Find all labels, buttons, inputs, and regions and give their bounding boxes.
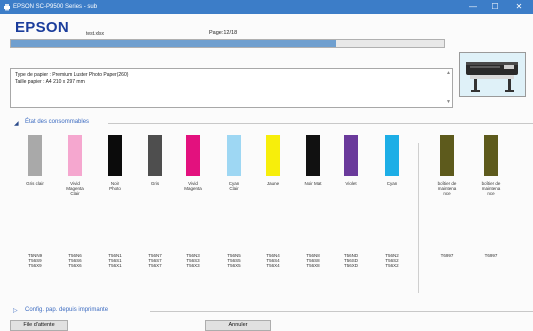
ink-codes: T56N5 T56S5 T56X5	[214, 253, 254, 268]
ink-level-bar	[266, 135, 280, 176]
cancel-button[interactable]: Annuler	[205, 320, 271, 331]
ink-code: T56X4	[266, 263, 280, 268]
title-bar: EPSON SC-P9500 Series - sub — ☐ ✕	[0, 0, 533, 14]
ink-codes: T56N4 T56S4 T56X4	[253, 253, 293, 268]
ink-name: Vivid Magenta	[173, 181, 213, 191]
ink-name: Vivid Magenta Clair	[55, 181, 95, 196]
ink-name: Noir Photo	[95, 181, 135, 191]
scroll-down-icon[interactable]: ▼	[445, 99, 452, 105]
ink-codes: T56ND T56SD T56XD	[331, 253, 371, 268]
maintenance-box-codes: T6997	[471, 253, 511, 258]
ink-name: Cyan	[372, 181, 412, 186]
ink-name-line: Violet	[345, 181, 357, 186]
maintenance-box-name: boîtier de maintena nce	[471, 181, 511, 196]
ink-name-line: Magenta	[184, 186, 202, 191]
maintenance-code: T6997	[440, 253, 454, 258]
epson-logo: EPSON	[15, 19, 70, 36]
ink-name: Cyan Clair	[214, 181, 254, 191]
ink-name-line: Jaune	[266, 181, 280, 186]
large-format-printer-icon	[460, 53, 525, 96]
ink-code: T56X3	[186, 263, 200, 268]
paper-info-box: Type de papier : Premium Luster Photo Pa…	[10, 68, 453, 108]
maintenance-name-line: nce	[443, 191, 451, 196]
page-counter: Page:12/18	[209, 30, 238, 36]
ink-code: T56XD	[343, 263, 358, 268]
ink-name-line: Clair	[229, 186, 239, 191]
ink-level-bar	[385, 135, 399, 176]
paper-size-text: Taille papier : A4 210 x 297 mm	[15, 79, 85, 85]
ink-codes: T56N6 T56S6 T56X6	[55, 253, 95, 268]
ink-name: Gris	[135, 181, 175, 186]
ink-level-bar	[344, 135, 358, 176]
ink-name: Noir Mat	[293, 181, 333, 186]
ink-name-line: Noir Mat	[304, 181, 322, 186]
ink-name: Jaune	[253, 181, 293, 186]
ink-level-bar	[28, 135, 42, 176]
ink-name-line: Gris	[150, 181, 160, 186]
paper-type-text: Type de papier : Premium Luster Photo Pa…	[15, 72, 129, 78]
print-progress-bar	[10, 39, 445, 48]
ink-codes: T56N7 T56S7 T56X7	[135, 253, 175, 268]
ink-code: T56X6	[68, 263, 82, 268]
progress-fill	[11, 40, 336, 47]
ink-level-bar	[68, 135, 82, 176]
ink-code: T56X1	[108, 263, 122, 268]
ink-code: T56X2	[385, 263, 399, 268]
ink-codes: T56N1 T56S1 T56X1	[95, 253, 135, 268]
scroll-up-icon[interactable]: ▲	[445, 70, 452, 76]
ink-name-line: Gris clair	[26, 181, 44, 186]
print-queue-button[interactable]: File d'attente	[10, 320, 68, 331]
ink-code: T56X8	[306, 263, 320, 268]
collapse-triangle-icon[interactable]: ◢	[14, 120, 19, 127]
maintenance-box-name: boîtier de maintena nce	[427, 181, 467, 196]
ink-codes: T56N3 T56S3 T56X3	[173, 253, 213, 268]
ink-level-bar	[186, 135, 200, 176]
column-separator	[418, 143, 419, 293]
config-divider	[150, 311, 533, 312]
section-divider	[108, 123, 533, 124]
config-section-title[interactable]: Config. pap. depuis imprimante	[25, 307, 108, 313]
ink-codes: T56N2 T56S2 T56X2	[372, 253, 412, 268]
ink-name-line: Cyan	[386, 181, 398, 186]
ink-codes: T56N8 T56S8 T56X8	[293, 253, 333, 268]
consumables-section-title[interactable]: État des consommables	[25, 119, 89, 125]
minimize-button[interactable]: —	[462, 0, 484, 14]
ink-name-line: Photo	[109, 186, 121, 191]
ink-name-line: Clair	[70, 191, 80, 196]
ink-code: T56X9	[28, 263, 42, 268]
maintenance-box-level-bar	[440, 135, 454, 176]
maximize-button[interactable]: ☐	[484, 0, 506, 14]
ink-level-bar	[227, 135, 241, 176]
ink-name: Violet	[331, 181, 371, 186]
ink-code: T56X7	[148, 263, 162, 268]
ink-code: T56X5	[227, 263, 241, 268]
close-button[interactable]: ✕	[508, 0, 530, 14]
ink-level-bar	[306, 135, 320, 176]
maintenance-name-line: nce	[487, 191, 495, 196]
maintenance-code: T6997	[484, 253, 498, 258]
printer-image	[459, 52, 526, 97]
expand-triangle-icon[interactable]: ▷	[13, 307, 18, 314]
ink-name: Gris clair	[15, 181, 55, 186]
printer-app-icon	[4, 4, 10, 11]
document-name: test.xlsx	[86, 31, 105, 37]
ink-level-bar	[148, 135, 162, 176]
ink-level-bar	[108, 135, 122, 176]
maintenance-box-codes: T6997	[427, 253, 467, 258]
maintenance-box-level-bar	[484, 135, 498, 176]
window-title: EPSON SC-P9500 Series - sub	[13, 4, 98, 10]
ink-codes: T5NN9 T56S9 T56X9	[15, 253, 55, 268]
